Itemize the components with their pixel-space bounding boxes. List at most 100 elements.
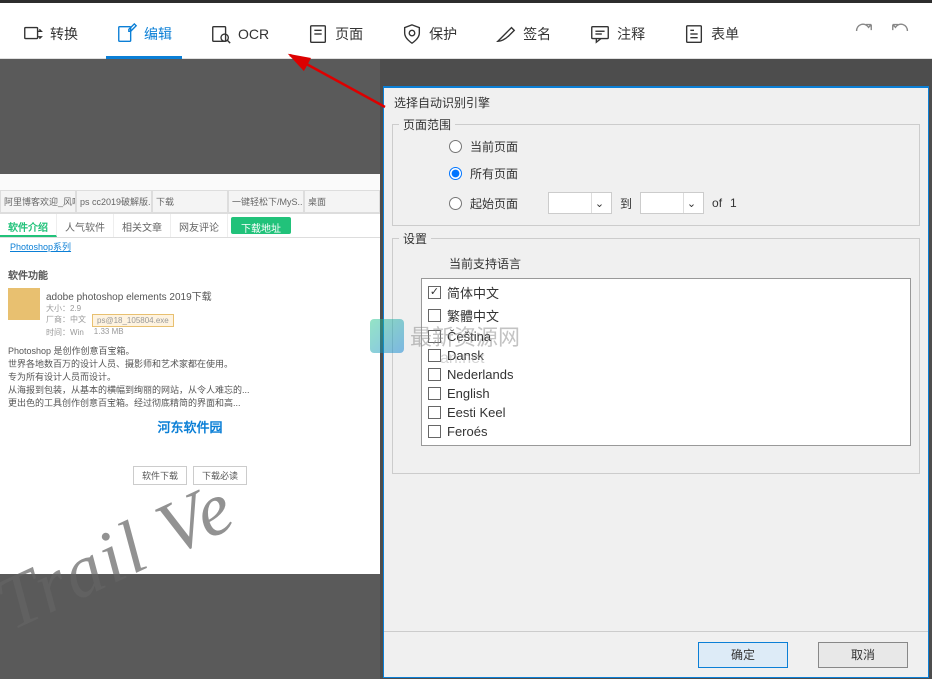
language-label: 当前支持语言: [393, 247, 919, 278]
content-tab: 人气软件: [57, 214, 114, 237]
edit-icon: [116, 23, 138, 45]
undo-button[interactable]: [882, 14, 920, 53]
redo-button[interactable]: [844, 14, 882, 53]
content-tab: 软件介绍: [0, 214, 57, 237]
dialog-title: 选择自动识别引擎: [384, 88, 928, 116]
radio-label: 当前页面: [470, 138, 518, 155]
ocr-label: OCR: [238, 26, 269, 42]
form-label: 表单: [711, 24, 739, 44]
radio-from-page[interactable]: 起始页面 ⌄ 到 ⌄ of 1: [393, 187, 919, 219]
convert-icon: [22, 23, 44, 45]
protect-button[interactable]: 保护: [391, 17, 467, 51]
checkbox-icon[interactable]: [428, 406, 441, 419]
doc-text: 专为所有设计人员而设计。: [8, 370, 372, 383]
form-button[interactable]: 表单: [673, 17, 749, 51]
checkbox-icon[interactable]: [428, 368, 441, 381]
item-meta: 大小：2.9: [46, 303, 212, 314]
comment-button[interactable]: 注释: [579, 17, 655, 51]
radio-all-pages[interactable]: 所有页面: [393, 160, 919, 187]
checkbox-icon[interactable]: [428, 330, 441, 343]
settings-group: 设置 当前支持语言 简体中文 繁體中文 Čeština Dansk Nederl…: [392, 230, 920, 474]
browser-tab-strip: 阿里博客欢迎_风味... ps cc2019破解版... 下载 一键轻松下/My…: [0, 174, 380, 214]
checkbox-icon[interactable]: [428, 349, 441, 362]
download-button: 下载地址: [231, 217, 291, 234]
doc-download-btn: 软件下载: [133, 466, 187, 485]
file-badge: ps@18_105804.exe: [92, 314, 174, 327]
ocr-button[interactable]: OCR: [200, 17, 279, 51]
item-title: adobe photoshop elements 2019下载: [46, 288, 212, 303]
software-box-icon: [8, 288, 40, 320]
document-viewport: 阿里博客欢迎_风味... ps cc2019破解版... 下载 一键轻松下/My…: [0, 59, 380, 679]
page-from-input[interactable]: ⌄: [548, 192, 612, 214]
lang-label: English: [447, 386, 490, 401]
lang-item-fo[interactable]: Feroés: [424, 422, 908, 441]
page-to-input[interactable]: ⌄: [640, 192, 704, 214]
doc-text: 世界各地数百万的设计人员、摄影师和艺术家都在使用。: [8, 357, 372, 370]
checkbox-icon[interactable]: [428, 425, 441, 438]
radio-input[interactable]: [449, 197, 462, 210]
file-size: 1.33 MB: [94, 327, 124, 338]
checkbox-icon[interactable]: [428, 286, 441, 299]
radio-input[interactable]: [449, 140, 462, 153]
breadcrumb-link: Photoshop系列: [0, 238, 380, 255]
document-page[interactable]: 阿里博客欢迎_风味... ps cc2019破解版... 下载 一键轻松下/My…: [0, 174, 380, 574]
ok-button[interactable]: 确定: [698, 642, 788, 668]
chevron-down-icon: ⌄: [683, 193, 699, 213]
edit-button[interactable]: 编辑: [106, 17, 182, 51]
lang-item-da[interactable]: Dansk: [424, 346, 908, 365]
lang-label: 繁體中文: [447, 306, 499, 325]
browser-tab: ps cc2019破解版...: [76, 190, 152, 213]
lang-item-nl[interactable]: Nederlands: [424, 365, 908, 384]
sign-button[interactable]: 签名: [485, 17, 561, 51]
pen-icon: [495, 23, 517, 45]
cancel-button[interactable]: 取消: [818, 642, 908, 668]
doc-text: 更出色的工具创作创意百宝箱。经过彻底精简的界面和高...: [8, 396, 372, 409]
radio-input[interactable]: [449, 167, 462, 180]
lang-item-cs[interactable]: Čeština: [424, 327, 908, 346]
checkbox-icon[interactable]: [428, 387, 441, 400]
form-icon: [683, 23, 705, 45]
lang-item-zhcn[interactable]: 简体中文: [424, 281, 908, 304]
main-toolbar: 转换 编辑 OCR 页面 保护 签名 注释: [0, 9, 932, 59]
to-label: 到: [620, 195, 632, 212]
lang-item-zhtw[interactable]: 繁體中文: [424, 304, 908, 327]
doc-text: Photoshop 是创作创意百宝箱。: [8, 344, 372, 357]
sign-label: 签名: [523, 24, 551, 44]
edit-label: 编辑: [144, 24, 172, 44]
radio-label: 起始页面: [470, 195, 518, 212]
lang-item-en[interactable]: English: [424, 384, 908, 403]
protect-label: 保护: [429, 24, 457, 44]
convert-label: 转换: [50, 24, 78, 44]
checkbox-icon[interactable]: [428, 309, 441, 322]
lang-label: Nederlands: [447, 367, 514, 382]
page-label: 页面: [335, 24, 363, 44]
item-meta: 厂商：中文: [46, 314, 86, 327]
ocr-dialog: 选择自动识别引擎 页面范围 当前页面 所有页面 起始页面 ⌄ 到 ⌄ of 1: [383, 86, 929, 678]
comment-label: 注释: [617, 24, 645, 44]
convert-button[interactable]: 转换: [12, 17, 88, 51]
language-list[interactable]: 简体中文 繁體中文 Čeština Dansk Nederlands Engli…: [421, 278, 911, 446]
radio-current-page[interactable]: 当前页面: [393, 133, 919, 160]
page-icon: [307, 23, 329, 45]
item-meta: 时间：Win: [46, 327, 84, 338]
browser-tab: 阿里博客欢迎_风味...: [0, 190, 76, 213]
lang-label: Čeština: [447, 329, 491, 344]
lang-label: Eesti Keel: [447, 405, 506, 420]
shield-icon: [401, 23, 423, 45]
ocr-icon: [210, 23, 232, 45]
browser-tab: 一键轻松下/MyS...: [228, 190, 304, 213]
page-range-group: 页面范围 当前页面 所有页面 起始页面 ⌄ 到 ⌄ of 1: [392, 116, 920, 226]
comment-icon: [589, 23, 611, 45]
browser-tab: 桌面: [304, 190, 380, 213]
section-heading: 软件功能: [8, 267, 372, 282]
doc-readme-btn: 下载必读: [193, 466, 247, 485]
content-tab: 相关文章: [114, 214, 171, 237]
total-pages: 1: [730, 196, 737, 210]
range-legend: 页面范围: [399, 116, 455, 133]
lang-label: Feroés: [447, 424, 487, 439]
lang-item-et[interactable]: Eesti Keel: [424, 403, 908, 422]
brand-logo: 河东软件园: [8, 417, 372, 436]
browser-tab: 下载: [152, 190, 228, 213]
content-tab: 网友评论: [171, 214, 228, 237]
page-button[interactable]: 页面: [297, 17, 373, 51]
